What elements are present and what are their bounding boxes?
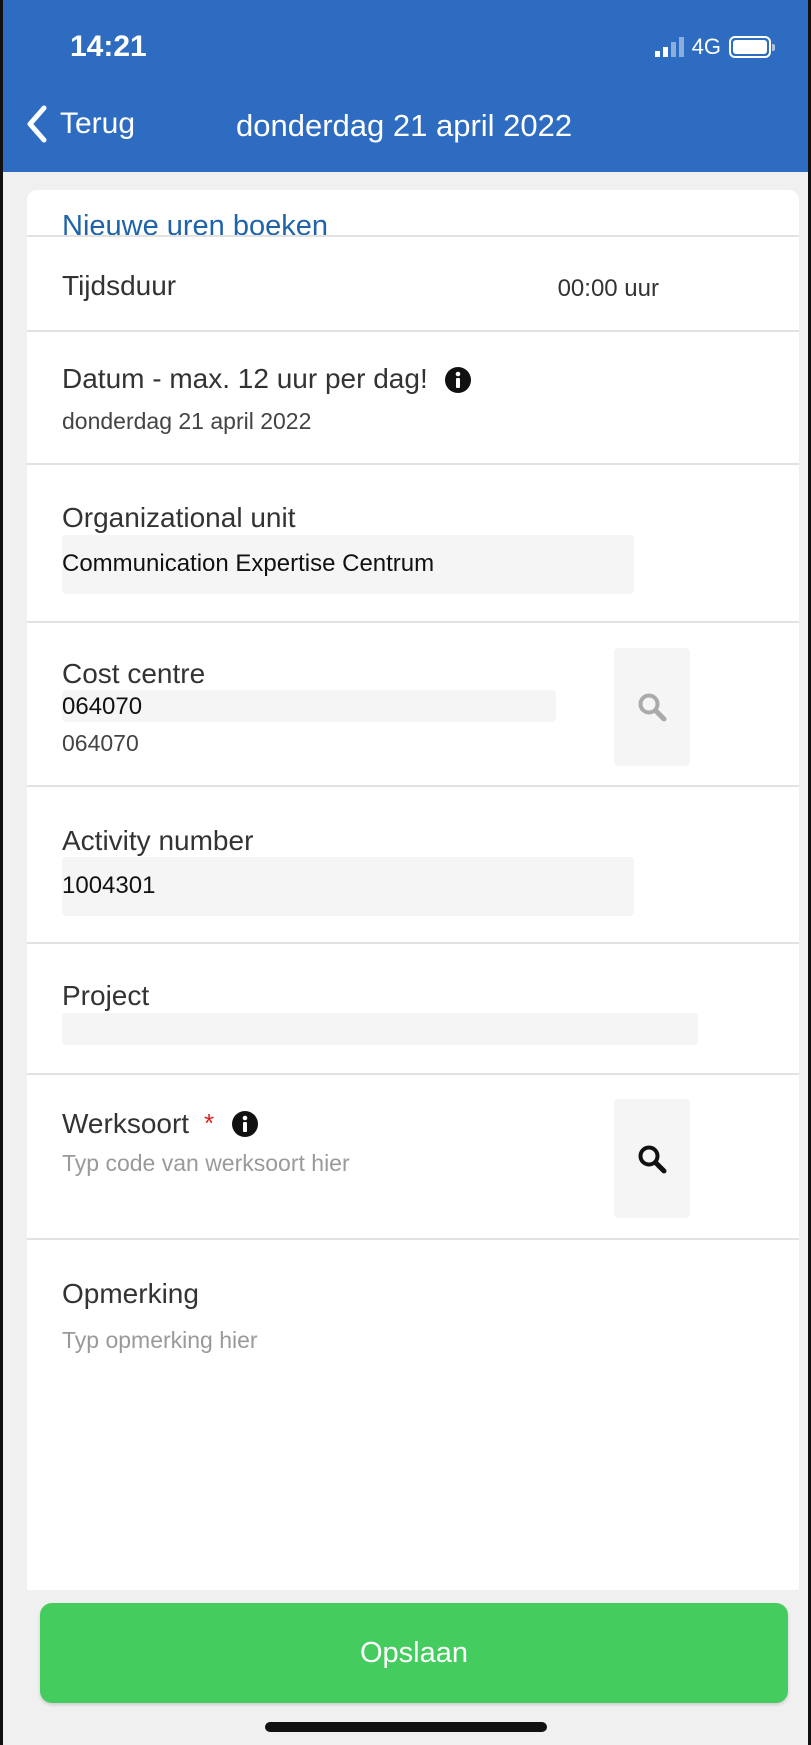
network-type: 4G (691, 34, 721, 59)
divider (27, 1073, 799, 1075)
remark-label: Opmerking (62, 1278, 199, 1309)
search-icon (638, 1145, 667, 1173)
divider (27, 621, 799, 623)
work-type-search-button[interactable] (614, 1099, 690, 1218)
work-type-input[interactable]: Typ code van werksoort hier (62, 1150, 350, 1177)
cost-centre-label: Cost centre (62, 658, 206, 689)
cost-centre-value: 064070 (62, 693, 143, 720)
home-indicator (265, 1722, 547, 1732)
app-header: 14:21 4G Terug donderdag 21 april 2022 (0, 0, 811, 172)
battery-icon (729, 36, 775, 58)
duration-label: Tijdsduur (62, 270, 177, 301)
remark-input[interactable]: Typ opmerking hier (62, 1327, 258, 1354)
cost-centre-search-button[interactable] (614, 648, 690, 766)
divider (27, 330, 799, 332)
booking-form-card: Nieuwe uren boeken Tijdsduur 00:00 uur D… (27, 190, 799, 1590)
back-label: Terug (60, 107, 136, 140)
divider (27, 942, 799, 944)
date-label: Datum - max. 12 uur per dag! (62, 363, 428, 394)
divider (27, 785, 799, 787)
info-icon[interactable] (231, 1110, 259, 1138)
status-time: 14:21 (70, 30, 147, 63)
info-icon[interactable] (444, 366, 472, 394)
activity-label: Activity number (62, 825, 254, 856)
org-unit-label: Organizational unit (62, 502, 296, 533)
status-indicators: 4G (654, 34, 775, 60)
project-field[interactable] (62, 1013, 698, 1045)
activity-value: 1004301 (62, 872, 156, 899)
org-unit-value: Communication Expertise Centrum (62, 550, 435, 577)
work-type-label: Werksoort (62, 1108, 190, 1139)
card-title: Nieuwe uren boeken (62, 210, 329, 242)
divider (27, 235, 799, 237)
date-value: donderdag 21 april 2022 (62, 408, 312, 434)
chevron-left-icon (27, 105, 47, 143)
required-mark: * (204, 1108, 215, 1138)
divider (27, 463, 799, 465)
back-button[interactable]: Terug (22, 104, 135, 144)
page-title: donderdag 21 april 2022 (236, 108, 573, 143)
duration-value: 00:00 uur (557, 275, 659, 302)
project-label: Project (62, 980, 150, 1011)
search-icon (638, 693, 667, 722)
divider (27, 1238, 799, 1240)
signal-icon (654, 37, 684, 57)
save-button[interactable]: Opslaan (40, 1603, 788, 1703)
cost-centre-subvalue: 064070 (62, 730, 139, 756)
